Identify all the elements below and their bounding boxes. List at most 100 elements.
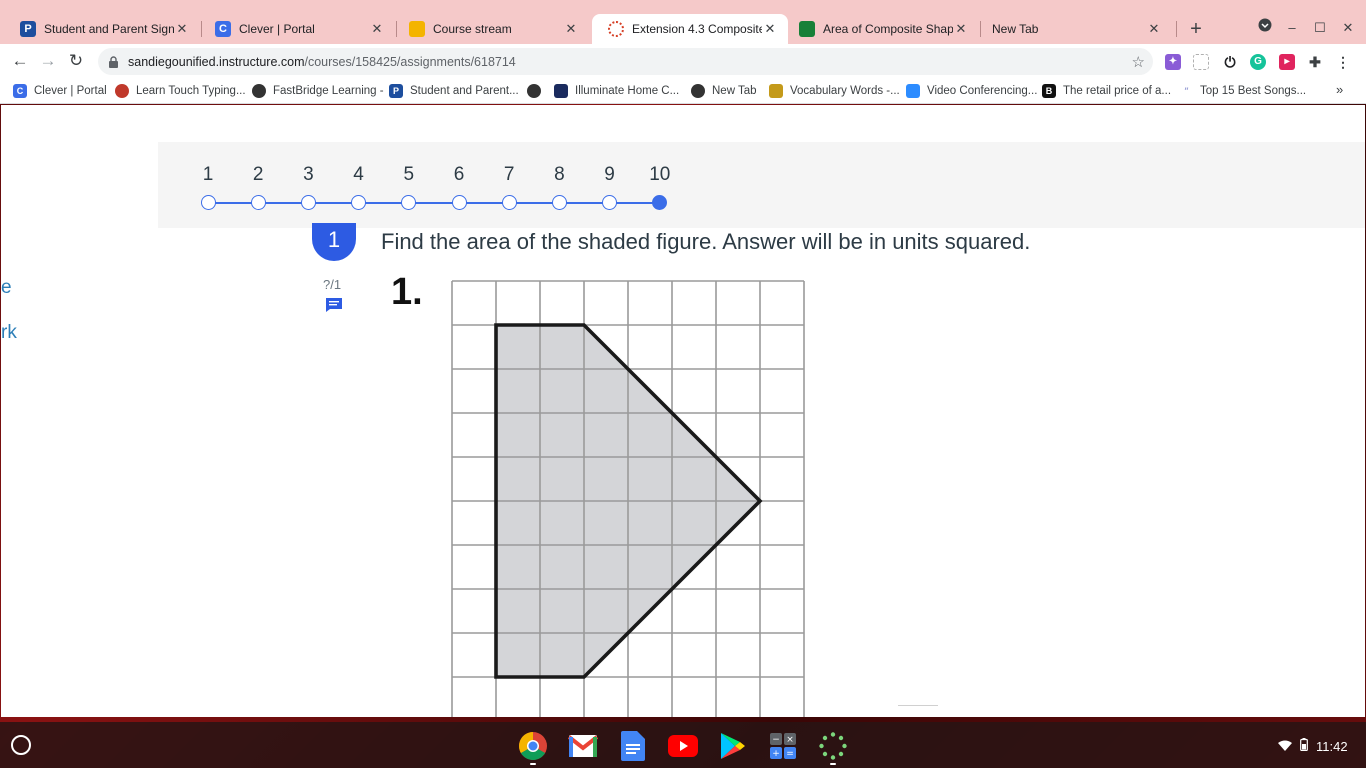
close-icon[interactable]: ✕	[174, 21, 190, 37]
close-icon[interactable]: ✕	[369, 21, 385, 37]
bookmark-star-icon[interactable]: ☆	[1132, 53, 1145, 71]
tab-student-parent-sign-in[interactable]: P Student and Parent Sign In ✕	[4, 14, 200, 44]
step-dot-4[interactable]	[351, 195, 367, 210]
step-dot-3[interactable]	[300, 195, 316, 210]
tab-course-stream[interactable]: Course stream ✕	[393, 14, 589, 44]
bookmark-label: FastBridge Learning -	[273, 85, 384, 97]
step-number-5[interactable]: 5	[394, 164, 424, 186]
close-icon[interactable]: ✕	[1146, 21, 1162, 37]
bookmarks-overflow-icon[interactable]: »	[1336, 82, 1343, 97]
bookmark-label: Illuminate Home C...	[575, 85, 680, 97]
active-app-indicator	[530, 763, 536, 765]
bookmark-vocabulary[interactable]: Vocabulary Words -...	[769, 83, 900, 99]
step-number-6[interactable]: 6	[444, 164, 474, 186]
extensions-puzzle-icon[interactable]: ✚	[1307, 54, 1323, 70]
bookmark-retail-price[interactable]: B The retail price of a...	[1042, 83, 1171, 99]
maximize-icon[interactable]: ☐	[1310, 18, 1330, 38]
close-icon[interactable]: ✕	[762, 21, 778, 37]
bookmark-video-conferencing[interactable]: Video Conferencing...	[906, 83, 1037, 99]
screencastify-icon[interactable]: ▸	[1279, 54, 1295, 70]
page-content: e rk 1 2 3 4 5 6 7 8 9 10 1 Find the area of the …	[1, 105, 1365, 717]
close-icon[interactable]: ✕	[953, 21, 969, 37]
url-text: sandiegounified.instructure.com/courses/…	[128, 55, 516, 69]
bookmark-label: Vocabulary Words -...	[790, 85, 900, 97]
youtube-icon[interactable]	[668, 731, 698, 761]
bookmark-illuminate[interactable]: Illuminate Home C...	[554, 83, 679, 99]
menu-kebab-icon[interactable]: ⋮	[1335, 54, 1351, 70]
step-dot-9[interactable]	[602, 195, 618, 210]
battery-icon	[1300, 738, 1308, 754]
globe-icon	[527, 84, 541, 98]
new-tab-button[interactable]: +	[1186, 19, 1206, 39]
bookmark-label: Clever | Portal	[34, 85, 107, 97]
window-close-icon[interactable]: ✕	[1338, 18, 1358, 38]
bookmark-new-tab[interactable]: New Tab	[691, 83, 757, 99]
step-number-7[interactable]: 7	[494, 164, 524, 186]
clock-time: 11:42	[1316, 738, 1348, 754]
bookmark-top-songs[interactable]: " Top 15 Best Songs...	[1179, 83, 1306, 99]
classroom-green-icon	[799, 21, 815, 37]
power-icon[interactable]: ⏻	[1222, 54, 1238, 70]
bookmark-clever[interactable]: C Clever | Portal	[13, 83, 107, 99]
side-nav-link[interactable]: rk	[1, 322, 17, 344]
step-dot-6[interactable]	[451, 195, 467, 210]
tab-area-composite[interactable]: Area of Composite Shapes E ✕	[783, 14, 979, 44]
bookmarks-bar: C Clever | Portal Learn Touch Typing... …	[0, 78, 1366, 104]
bookmark-fastbridge[interactable]: FastBridge Learning -	[252, 83, 384, 99]
gmail-icon[interactable]	[568, 731, 598, 761]
grammarly-icon[interactable]: G	[1250, 54, 1266, 70]
step-dot-8[interactable]	[551, 195, 567, 210]
close-icon[interactable]: ✕	[563, 21, 579, 37]
tab-separator	[1176, 21, 1177, 37]
svg-text:+: +	[772, 749, 780, 759]
step-dot-7[interactable]	[501, 195, 517, 210]
wifi-icon	[1278, 739, 1292, 754]
illuminate-icon	[554, 84, 568, 98]
step-dot-10[interactable]	[652, 195, 668, 210]
step-dot-1[interactable]	[200, 195, 216, 210]
step-number-4[interactable]: 4	[344, 164, 374, 186]
step-number-2[interactable]: 2	[243, 164, 273, 186]
tab-search-icon[interactable]	[1255, 18, 1275, 38]
chrome-icon[interactable]	[518, 731, 548, 761]
minimize-icon[interactable]: –	[1282, 18, 1302, 38]
tab-label: Course stream	[433, 22, 512, 36]
extension-loading-icon[interactable]	[1193, 54, 1209, 70]
problem-label: 1.	[391, 271, 423, 313]
bookmark-typing[interactable]: Learn Touch Typing...	[115, 83, 246, 99]
comment-icon[interactable]	[325, 297, 343, 313]
step-dot-2[interactable]	[250, 195, 266, 210]
tab-clever-portal[interactable]: C Clever | Portal ✕	[199, 14, 395, 44]
question-progress-bar: 1 2 3 4 5 6 7 8 9 10	[158, 142, 1365, 228]
tab-label: Student and Parent Sign In	[44, 22, 174, 36]
tab-new-tab[interactable]: New Tab ✕	[976, 14, 1172, 44]
step-number-1[interactable]: 1	[193, 164, 223, 186]
step-dot-5[interactable]	[401, 195, 417, 210]
status-tray[interactable]: 11:42	[1268, 734, 1358, 758]
address-bar[interactable]: sandiegounified.instructure.com/courses/…	[98, 48, 1153, 75]
step-number-8[interactable]: 8	[544, 164, 574, 186]
grid-figure	[451, 280, 805, 717]
step-number-3[interactable]: 3	[293, 164, 323, 186]
bookmark-globe[interactable]	[527, 83, 548, 99]
play-store-icon[interactable]	[718, 731, 748, 761]
loading-icon[interactable]	[818, 731, 848, 761]
forward-arrow-icon[interactable]: →	[38, 51, 58, 71]
step-number-9[interactable]: 9	[595, 164, 625, 186]
clever-icon: C	[13, 84, 27, 98]
back-arrow-icon[interactable]: ←	[10, 51, 30, 71]
progress-line	[208, 202, 660, 204]
calculator-icon[interactable]: − × + =	[768, 731, 798, 761]
tab-label: New Tab	[992, 22, 1039, 36]
tab-extension-composite[interactable]: Extension 4.3 Composite Fig ✕	[592, 14, 788, 44]
side-nav-link[interactable]: e	[1, 277, 12, 299]
globe-icon	[252, 84, 266, 98]
browser-toolbar: ← → ↻ sandiegounified.instructure.com/co…	[0, 44, 1366, 78]
bookmark-student-parent[interactable]: P Student and Parent...	[389, 83, 519, 99]
powerschool-icon: P	[389, 84, 403, 98]
reload-icon[interactable]: ↻	[66, 51, 86, 71]
step-number-10[interactable]: 10	[645, 164, 675, 186]
extension-puzzle-purple-icon[interactable]: ✦	[1165, 54, 1181, 70]
launcher-icon[interactable]	[11, 735, 31, 755]
docs-icon[interactable]	[618, 731, 648, 761]
